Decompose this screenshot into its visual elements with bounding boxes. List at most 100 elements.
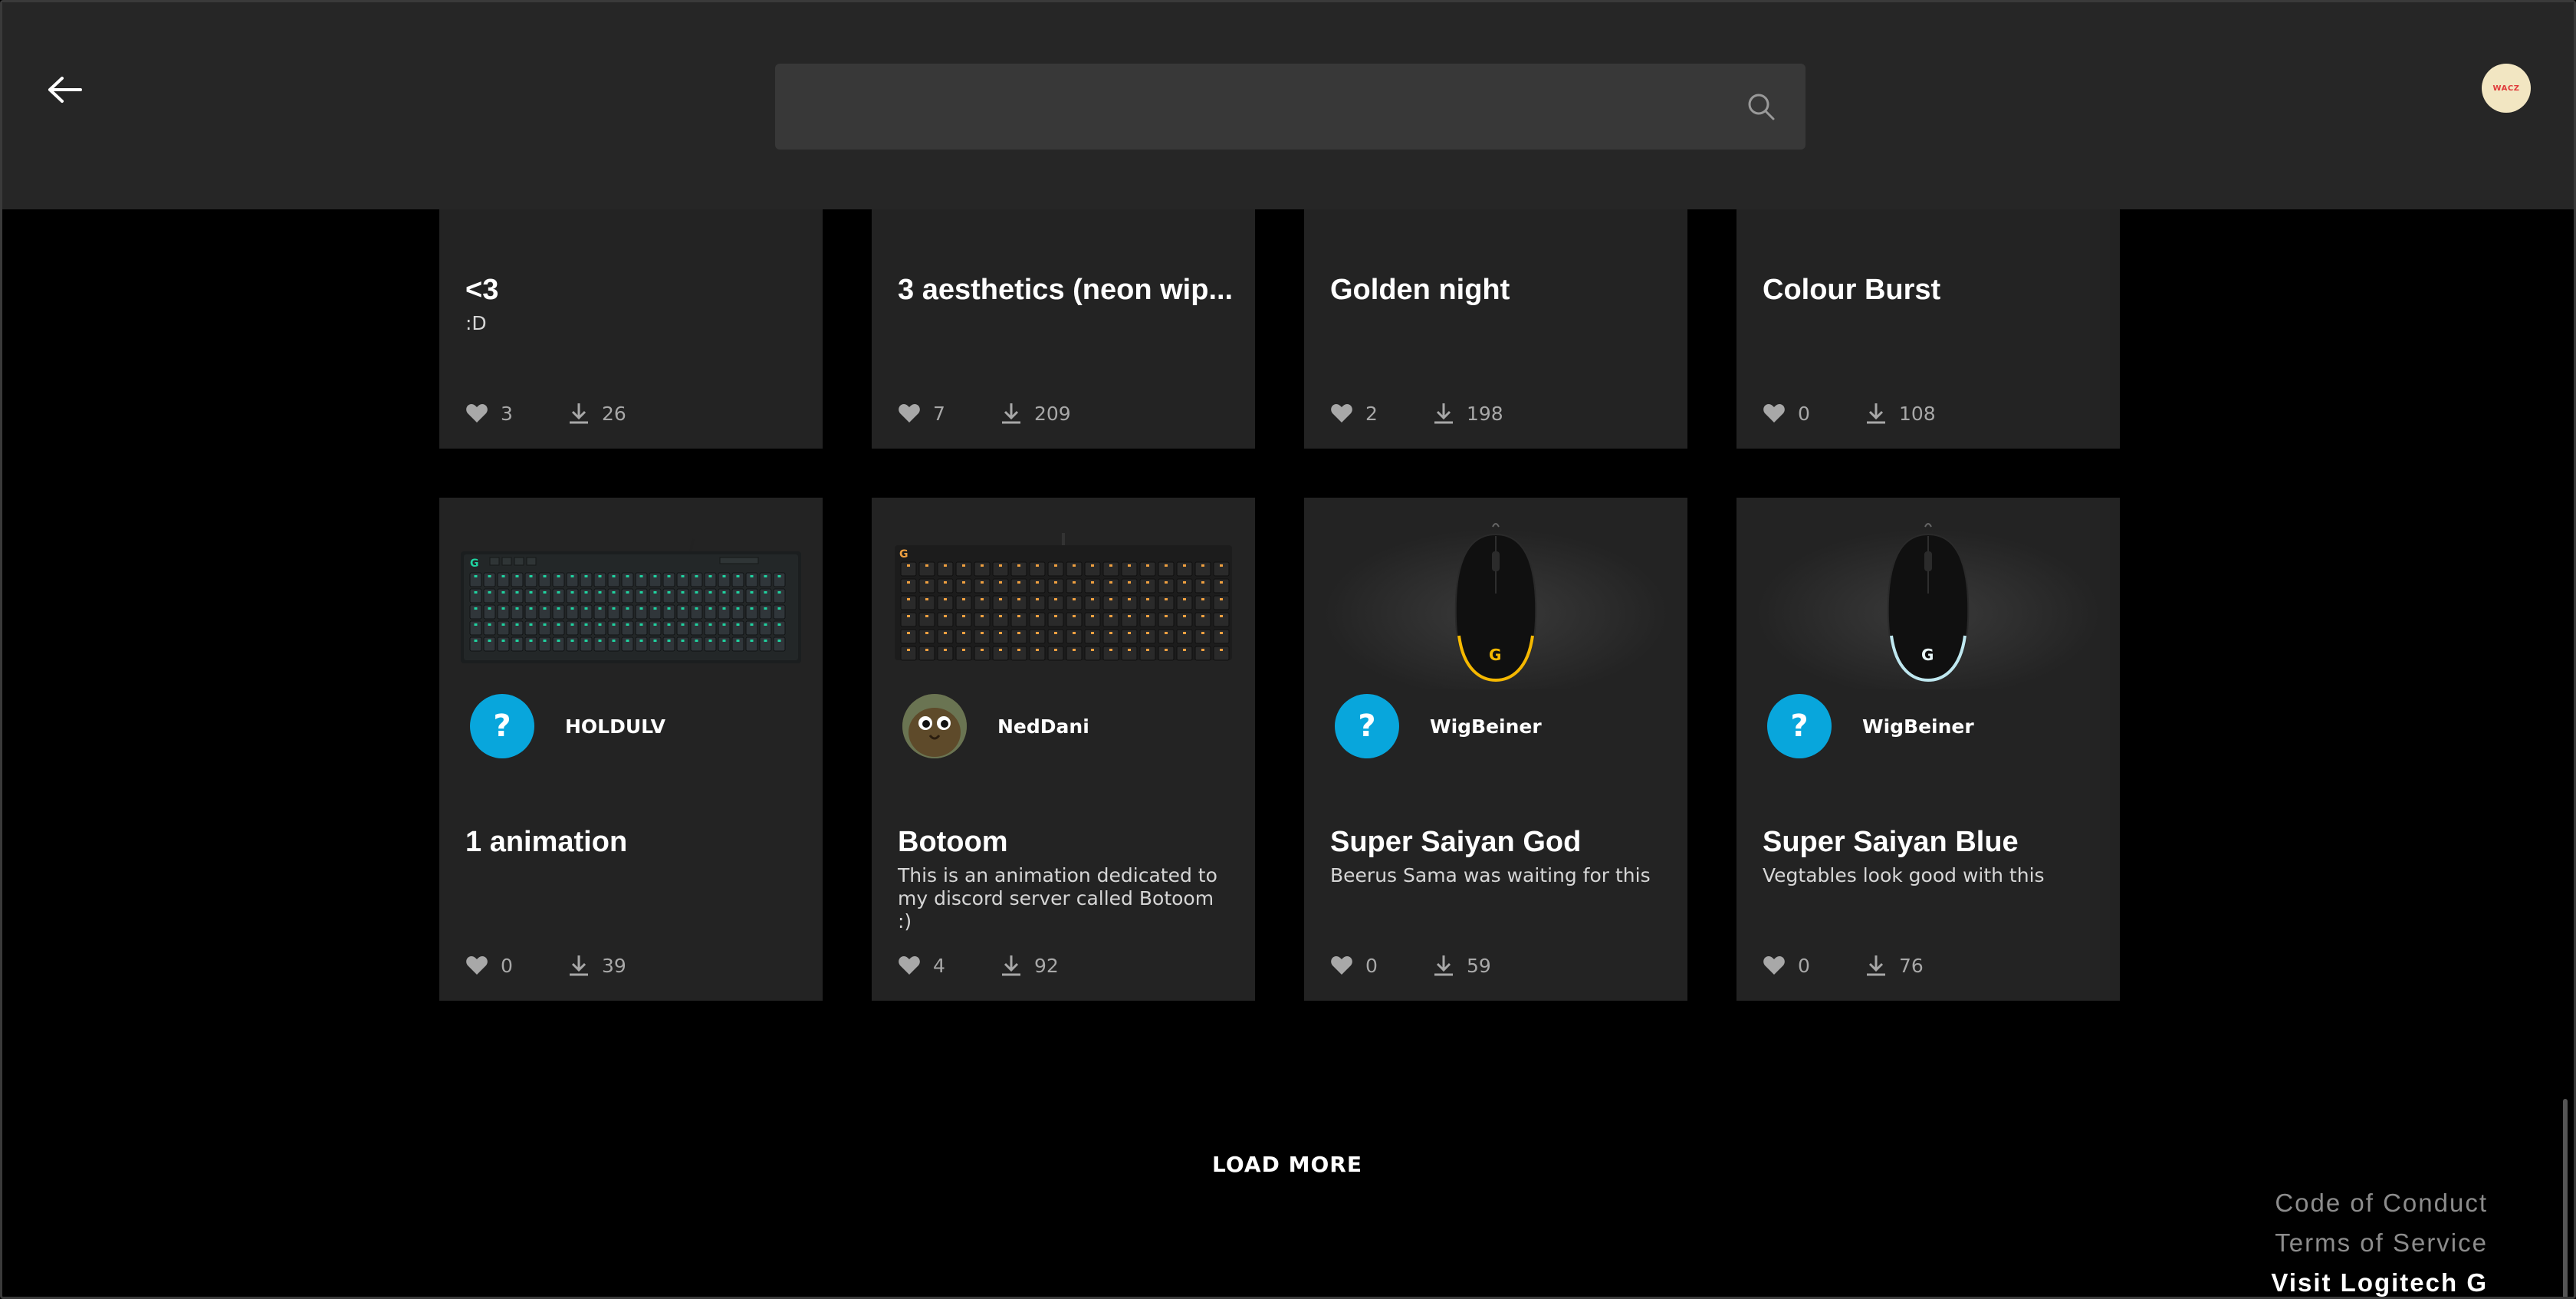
profile-card[interactable]: G NedDani Botoom This is an animation de… [872, 498, 1255, 1001]
card-stats: 0 39 [465, 950, 626, 981]
likes-stat[interactable]: 7 [898, 403, 1001, 425]
heart-icon [1763, 956, 1785, 975]
code-of-conduct-link[interactable]: Code of Conduct [2271, 1183, 2488, 1223]
likes-count: 3 [501, 402, 513, 425]
mouse-image: G [1324, 521, 1668, 689]
svg-text:G: G [899, 548, 909, 561]
card-stats: 0 108 [1763, 398, 1936, 429]
author-row[interactable]: ? HOLDULV [470, 694, 665, 758]
profile-card[interactable]: G ? WigBeiner Super Saiyan God Beerus Sa… [1304, 498, 1687, 1001]
card-stats: 3 26 [465, 398, 626, 429]
card-description: This is an animation dedicated to my dis… [898, 864, 1217, 932]
card-description: Vegtables look good with this [1763, 864, 2045, 886]
bird-avatar-icon [902, 694, 967, 758]
download-icon [1434, 955, 1453, 976]
download-icon [1867, 955, 1885, 976]
card-title: Golden night [1330, 274, 1510, 306]
profile-card[interactable]: 3 aesthetics (neon wip... 7 209 [872, 209, 1255, 449]
author-avatar: ? [1335, 694, 1399, 758]
card-title: Colour Burst [1763, 274, 1941, 306]
search-icon[interactable] [1744, 90, 1778, 123]
downloads-stat[interactable]: 108 [1865, 402, 1936, 425]
heart-icon [1331, 404, 1352, 423]
likes-count: 4 [933, 954, 945, 977]
top-bar: WACZ [2, 2, 2574, 209]
download-icon [1002, 403, 1020, 424]
heart-icon [899, 404, 920, 423]
downloads-count: 198 [1467, 402, 1503, 425]
downloads-stat[interactable]: 39 [568, 954, 626, 977]
likes-stat[interactable]: 3 [465, 403, 568, 425]
downloads-count: 108 [1899, 402, 1936, 425]
author-name: NedDani [997, 715, 1089, 738]
downloads-stat[interactable]: 26 [568, 402, 626, 425]
downloads-stat[interactable]: 209 [1001, 402, 1071, 425]
arrow-left-icon [48, 77, 82, 103]
likes-count: 2 [1365, 402, 1378, 425]
downloads-count: 92 [1034, 954, 1059, 977]
search-bar [775, 64, 1806, 150]
likes-count: 7 [933, 402, 945, 425]
author-row[interactable]: ? WigBeiner [1767, 694, 1974, 758]
author-name: HOLDULV [565, 715, 665, 738]
card-description: :D [465, 312, 487, 334]
likes-stat[interactable]: 0 [1763, 403, 1865, 425]
card-title: Super Saiyan God [1330, 826, 1582, 858]
svg-text:G: G [1489, 646, 1501, 664]
app-window: WACZ <3 :D 3 26 3 aesthetics (neon wip..… [0, 0, 2576, 1299]
profile-card[interactable]: G ? HOLDULV 1 animation 0 39 [439, 498, 823, 1001]
user-avatar[interactable]: WACZ [2482, 64, 2531, 113]
likes-count: 0 [1365, 954, 1378, 977]
heart-icon [466, 404, 488, 423]
author-avatar [902, 694, 967, 758]
back-button[interactable] [41, 67, 90, 113]
profile-card[interactable]: Golden night 2 198 [1304, 209, 1687, 449]
download-icon [570, 955, 588, 976]
profile-card[interactable]: Colour Burst 0 108 [1737, 209, 2120, 449]
card-title: Botoom [898, 826, 1008, 858]
svg-text:G: G [470, 557, 479, 570]
author-name: WigBeiner [1430, 715, 1542, 738]
download-icon [1434, 403, 1453, 424]
mouse-image: G [1756, 521, 2100, 689]
downloads-count: 209 [1034, 402, 1071, 425]
download-icon [570, 403, 588, 424]
download-icon [1867, 403, 1885, 424]
card-title: <3 [465, 274, 499, 306]
author-row[interactable]: NedDani [902, 694, 1089, 758]
author-row[interactable]: ? WigBeiner [1335, 694, 1542, 758]
heart-icon [899, 956, 920, 975]
heart-icon [466, 956, 488, 975]
profile-card[interactable]: G ? WigBeiner Super Saiyan Blue Vegtable… [1737, 498, 2120, 1001]
likes-stat[interactable]: 0 [465, 955, 568, 977]
profile-card[interactable]: <3 :D 3 26 [439, 209, 823, 449]
likes-stat[interactable]: 4 [898, 955, 1001, 977]
search-input[interactable] [775, 64, 1806, 150]
load-more-button[interactable]: LOAD MORE [1198, 1145, 1376, 1183]
card-stats: 4 92 [898, 950, 1059, 981]
scrollbar-thumb[interactable] [2563, 1099, 2568, 1297]
visit-logitech-link[interactable]: Visit Logitech G [2271, 1263, 2488, 1297]
downloads-count: 76 [1899, 954, 1924, 977]
terms-of-service-link[interactable]: Terms of Service [2271, 1223, 2488, 1263]
likes-count: 0 [1798, 954, 1810, 977]
downloads-count: 26 [602, 402, 626, 425]
card-title: Super Saiyan Blue [1763, 826, 2019, 858]
download-icon [1002, 955, 1020, 976]
downloads-stat[interactable]: 59 [1433, 954, 1491, 977]
downloads-stat[interactable]: 198 [1433, 402, 1503, 425]
downloads-stat[interactable]: 76 [1865, 954, 1924, 977]
author-name: WigBeiner [1862, 715, 1974, 738]
likes-stat[interactable]: 2 [1330, 403, 1433, 425]
downloads-count: 39 [602, 954, 626, 977]
author-avatar: ? [470, 694, 534, 758]
card-description: Beerus Sama was waiting for this [1330, 864, 1651, 886]
card-stats: 2 198 [1330, 398, 1503, 429]
heart-icon [1763, 404, 1785, 423]
card-stats: 7 209 [898, 398, 1071, 429]
svg-text:G: G [1921, 646, 1934, 664]
likes-stat[interactable]: 0 [1330, 955, 1433, 977]
downloads-stat[interactable]: 92 [1001, 954, 1059, 977]
likes-stat[interactable]: 0 [1763, 955, 1865, 977]
card-stats: 0 76 [1763, 950, 1924, 981]
